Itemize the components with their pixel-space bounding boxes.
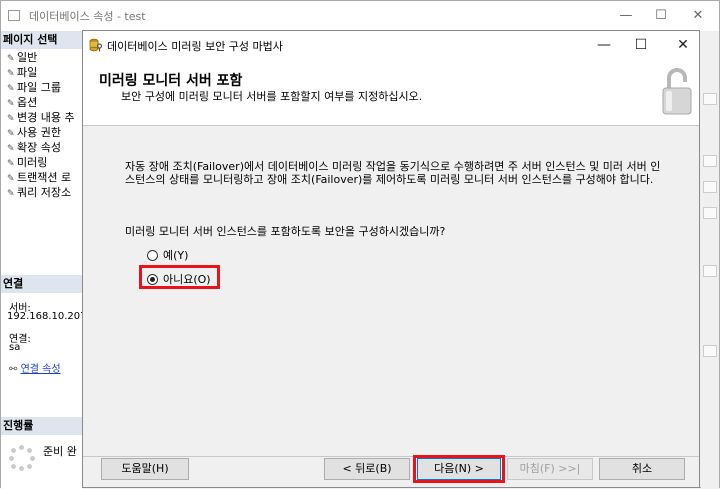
page-item-filegroups[interactable]: ✎ 파일 그룹 <box>7 79 61 95</box>
radio-no[interactable]: 아니요(O) <box>147 271 211 287</box>
radio-yes[interactable]: 예(Y) <box>147 247 188 263</box>
page-item-options[interactable]: ✎ 옵션 <box>7 94 37 110</box>
wrench-icon: ✎ <box>7 129 15 139</box>
connection-header: 연결 <box>1 275 83 293</box>
bg-minimize-button[interactable]: — <box>611 5 641 27</box>
wrench-icon: ✎ <box>7 189 15 199</box>
connection-properties[interactable]: ⚯ 연결 속성 <box>9 360 61 375</box>
page-item-query-store[interactable]: ✎ 쿼리 저장소 <box>7 184 71 200</box>
wizard-header: 미러링 모니터 서버 포함 보안 구성에 미러링 모니터 서버를 포함할지 여부… <box>83 58 699 126</box>
wrench-icon: ✎ <box>7 69 15 79</box>
bg-ellipsis-button[interactable] <box>703 265 717 277</box>
bg-maximize-button[interactable]: ☐ <box>646 5 676 27</box>
mirroring-security-wizard-dialog: 데이터베이스 미러링 보안 구성 마법사 — ☐ ✕ 미러링 모니터 서버 포함… <box>82 30 700 488</box>
wrench-icon: ✎ <box>7 84 15 94</box>
bg-ellipsis-button[interactable] <box>703 93 717 105</box>
bg-close-button[interactable]: ✕ <box>683 5 713 27</box>
connection-value: sa <box>9 342 21 353</box>
wrench-icon: ✎ <box>7 114 15 124</box>
wrench-icon: ✎ <box>7 159 15 169</box>
finish-button[interactable]: 마침(F) >>| <box>507 458 593 480</box>
progress-spinner-icon <box>9 445 35 471</box>
progress-header: 진행률 <box>1 417 83 435</box>
page-title: 미러링 모니터 서버 포함 <box>99 73 243 89</box>
radio-yes-circle[interactable] <box>147 249 158 261</box>
bg-window-title: 데이터베이스 속성 - test <box>29 10 146 23</box>
bg-left-panel: 페이지 선택 ✎ 일반 ✎ 파일 ✎ 파일 그룹 ✎ 옵션 ✎ 변경 내용 추 ✎ 사용 권… <box>1 31 87 489</box>
wrench-icon: ✎ <box>7 144 15 154</box>
wrench-icon: ✎ <box>7 54 15 64</box>
connection-properties-link[interactable]: 연결 속성 <box>21 364 61 375</box>
database-key-icon <box>89 38 103 52</box>
bg-ellipsis-button[interactable] <box>703 345 717 357</box>
help-button[interactable]: 도움말(H) <box>101 458 189 480</box>
page-item-general[interactable]: ✎ 일반 <box>7 49 37 65</box>
next-button[interactable]: 다음(N) > <box>417 458 501 480</box>
bg-ellipsis-button[interactable] <box>703 155 717 167</box>
connection-properties-icon: ⚯ <box>9 364 18 375</box>
wizard-body: 자동 장애 조치(Failover)에서 데이터베이스 미러링 작업을 동기식으… <box>83 126 699 457</box>
progress-status: 준비 완 <box>43 445 77 458</box>
padlock-icon <box>662 68 692 115</box>
bg-title-bar: 데이터베이스 속성 - test — ☐ ✕ <box>1 1 719 31</box>
bg-right-strip <box>701 31 719 489</box>
dialog-close-button[interactable]: ✕ <box>666 34 700 56</box>
dialog-maximize-button[interactable]: ☐ <box>624 34 658 56</box>
radio-no-label: 아니요(O) <box>163 273 211 286</box>
wrench-icon: ✎ <box>7 174 15 184</box>
dialog-title-bar: 데이터베이스 미러링 보안 구성 마법사 — ☐ ✕ <box>83 31 699 58</box>
description-text: 자동 장애 조치(Failover)에서 데이터베이스 미러링 작업을 동기식으… <box>125 160 661 186</box>
select-page-header: 페이지 선택 <box>1 31 83 49</box>
radio-yes-label: 예(Y) <box>163 249 189 262</box>
dialog-title: 데이터베이스 미러링 보안 구성 마법사 <box>107 40 283 53</box>
app-icon <box>8 10 20 21</box>
page-item-files[interactable]: ✎ 파일 <box>7 64 37 80</box>
back-button[interactable]: < 뒤로(B) <box>324 458 410 480</box>
server-value: 192.168.10.207 <box>7 311 87 322</box>
page-item-log-shipping[interactable]: ✎ 트랜잭션 로 <box>7 169 71 185</box>
page-item-mirroring[interactable]: ✎ 미러링 <box>7 154 47 170</box>
wrench-icon: ✎ <box>7 99 15 109</box>
page-item-permissions[interactable]: ✎ 사용 권한 <box>7 124 61 140</box>
cancel-button[interactable]: 취소 <box>599 458 685 480</box>
bg-ellipsis-button[interactable] <box>703 181 717 193</box>
page-item-change-tracking[interactable]: ✎ 변경 내용 추 <box>7 109 75 125</box>
page-subtitle: 보안 구성에 미러링 모니터 서버를 포함할지 여부를 지정하십시오. <box>121 90 423 103</box>
radio-no-circle[interactable] <box>147 273 158 285</box>
bg-ellipsis-button[interactable] <box>703 207 717 219</box>
question-text: 미러링 모니터 서버 인스턴스를 포함하도록 보안을 구성하시겠습니까? <box>125 225 446 238</box>
page-item-extended-properties[interactable]: ✎ 확장 속성 <box>7 139 61 155</box>
dialog-minimize-button[interactable]: — <box>587 34 621 56</box>
